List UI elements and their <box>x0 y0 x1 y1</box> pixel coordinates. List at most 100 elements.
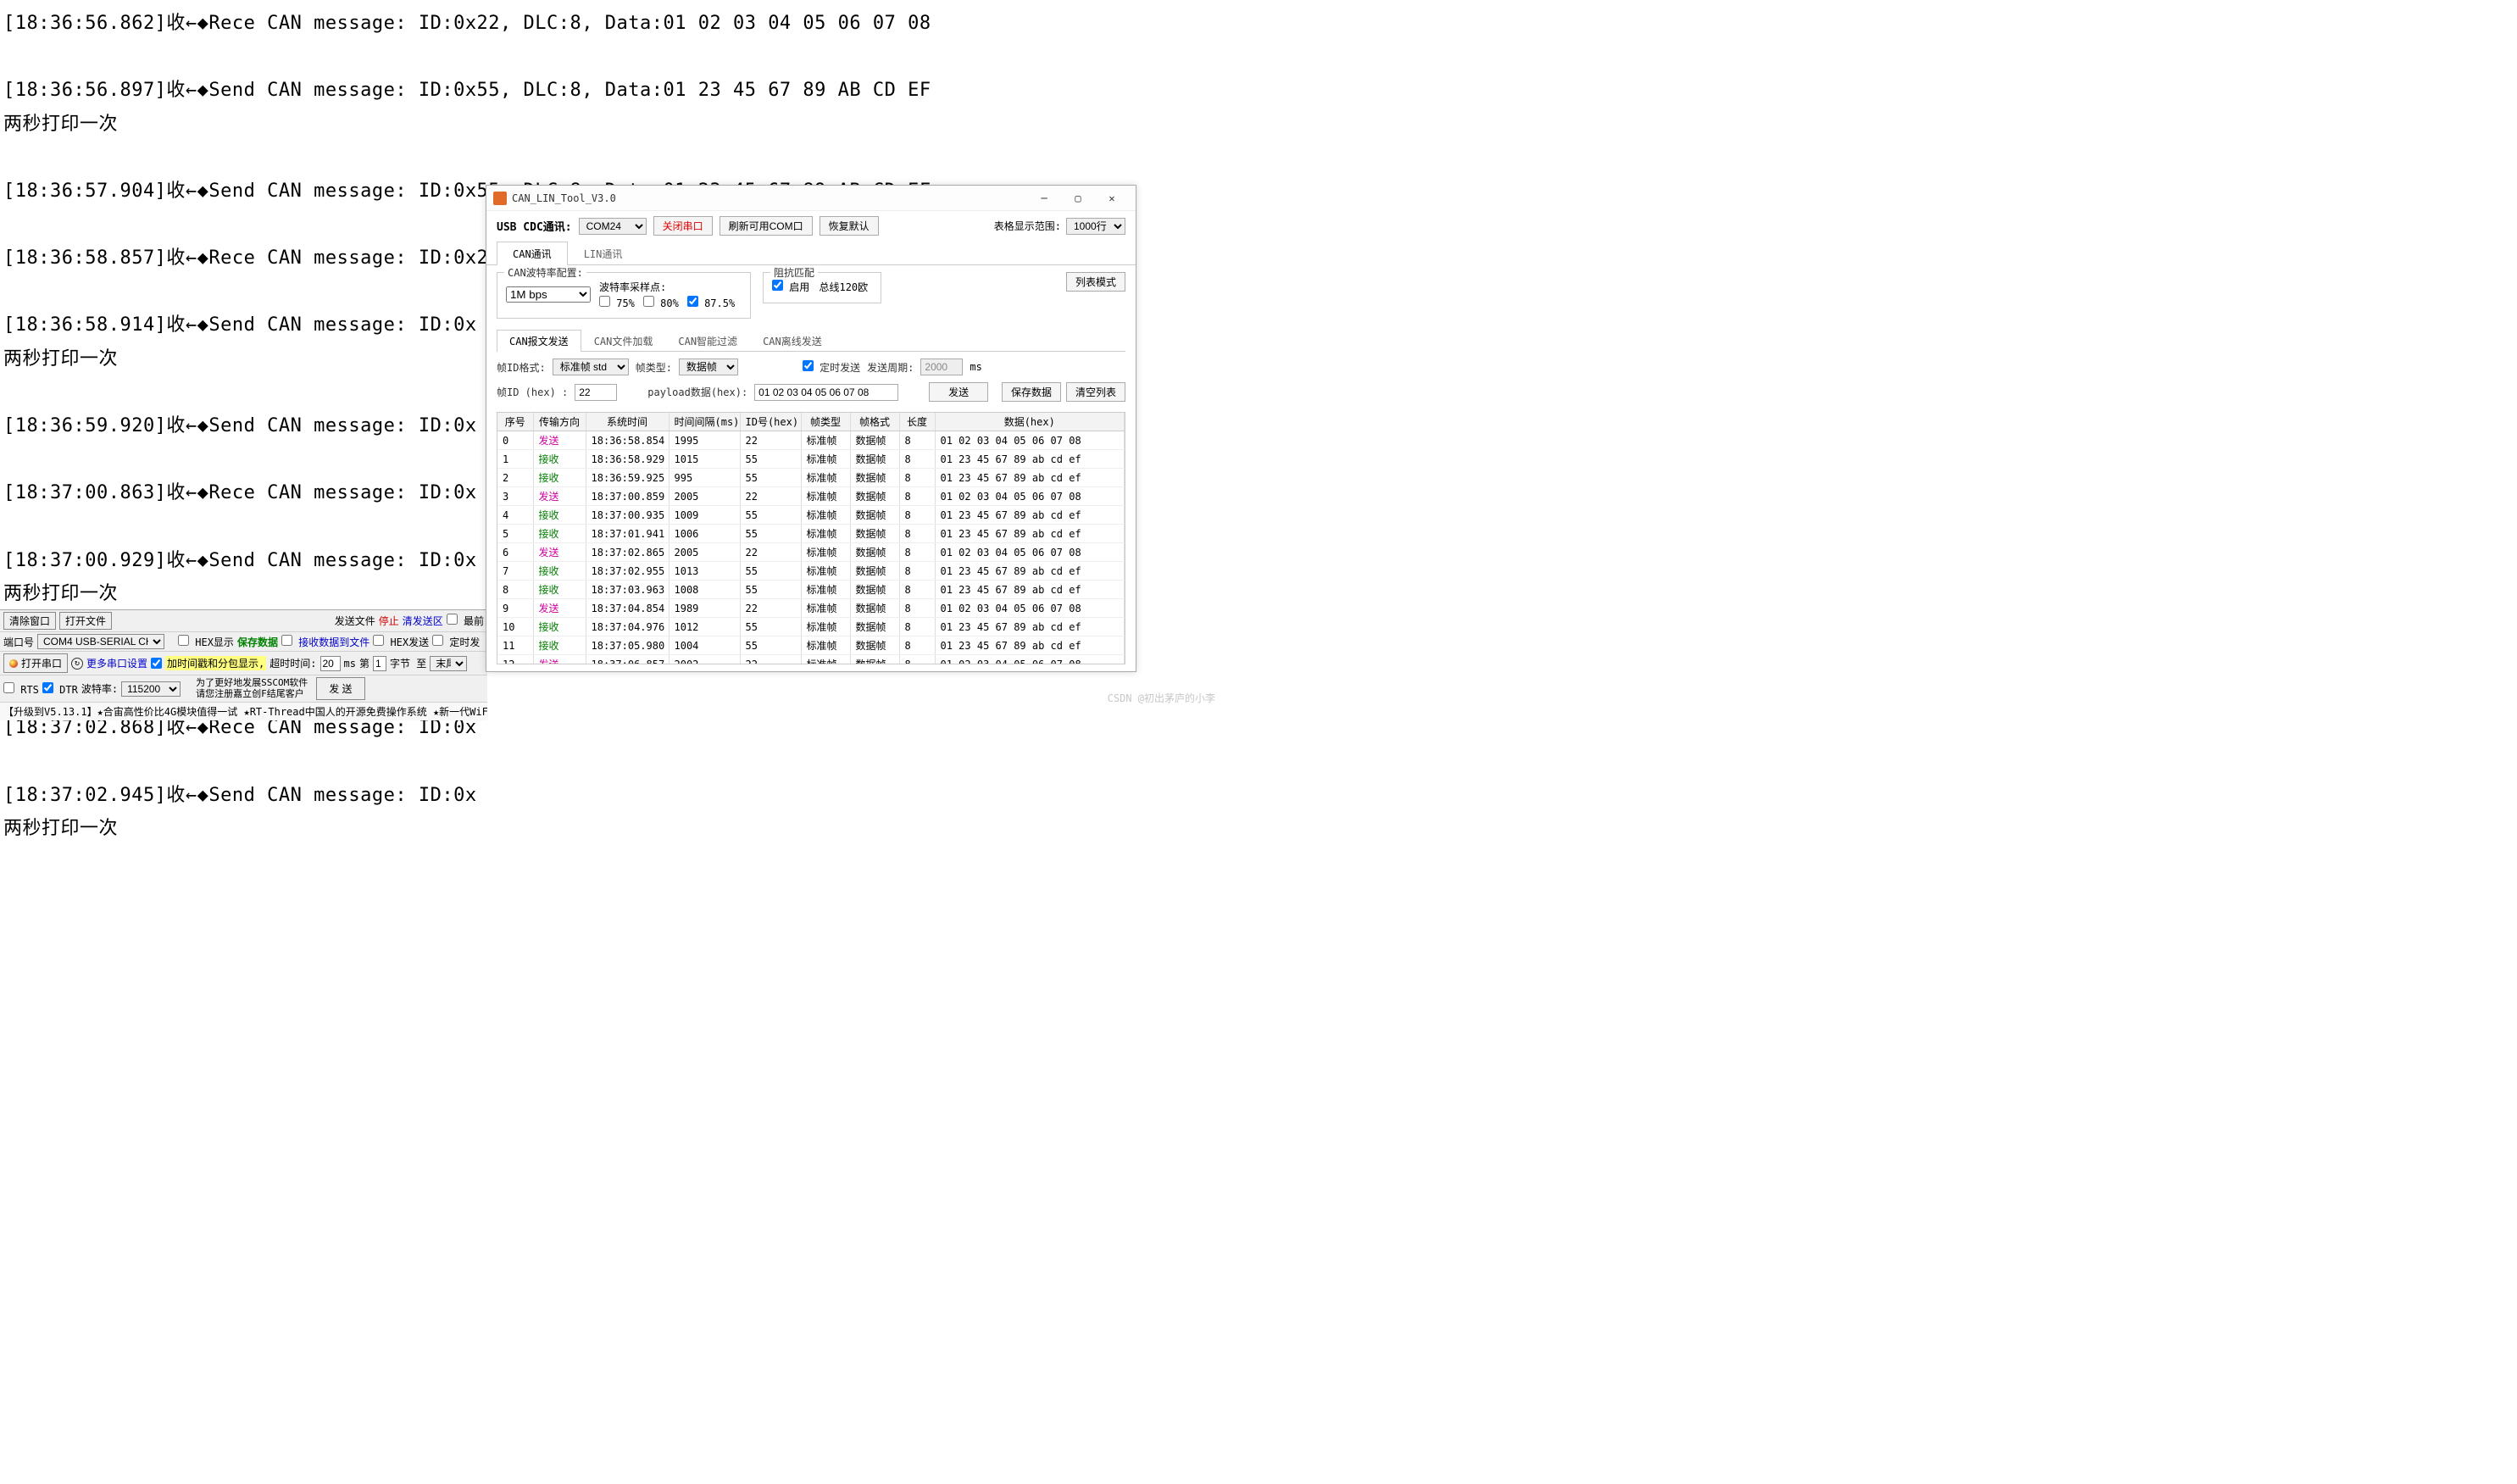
titlebar[interactable]: CAN_LIN_Tool_V3.0 ─ ▢ ✕ <box>486 186 1136 211</box>
console-line: 两秒打印一次 <box>3 108 1217 142</box>
hex-send-checkbox[interactable]: HEX发送 <box>373 635 429 649</box>
table-row[interactable]: 4接收18:37:00.935100955标准帧数据帧801 23 45 67 … <box>497 506 1125 525</box>
frame-id-input[interactable] <box>575 384 617 401</box>
table-row[interactable]: 0发送18:36:58.854199522标准帧数据帧801 02 03 04 … <box>497 431 1125 450</box>
send-button[interactable]: 发 送 <box>316 677 364 700</box>
baud-select[interactable]: 115200 <box>121 681 181 697</box>
column-header[interactable]: 数据(hex) <box>935 413 1125 431</box>
range-select[interactable]: 1000行 <box>1066 218 1125 235</box>
open-file-button[interactable]: 打开文件 <box>59 612 112 630</box>
column-header[interactable]: 帧类型 <box>801 413 850 431</box>
sample-80-checkbox[interactable]: 80% <box>643 296 679 309</box>
table-cell: 4 <box>497 506 533 525</box>
save-data-button[interactable]: 保存数据 <box>237 635 278 649</box>
rts-checkbox[interactable]: RTS <box>3 682 39 696</box>
frame-fmt-select[interactable]: 标准帧 std <box>553 358 629 375</box>
port-select[interactable]: COM4 USB-SERIAL CH340 <box>37 634 164 649</box>
clear-send-button[interactable]: 清发送区 <box>403 614 443 628</box>
table-cell: 数据帧 <box>850 506 899 525</box>
table-row[interactable]: 8接收18:37:03.963100855标准帧数据帧801 23 45 67 … <box>497 581 1125 599</box>
impedance-enable-checkbox[interactable]: 启用 <box>772 281 809 293</box>
frame-from-input[interactable] <box>373 656 386 671</box>
frame-type-select[interactable]: 数据帧 <box>679 358 738 375</box>
more-settings-link[interactable]: 更多串口设置 <box>86 656 147 670</box>
close-button[interactable]: ✕ <box>1095 186 1129 210</box>
table-cell: 5 <box>497 525 533 543</box>
table-cell: 1004 <box>669 636 740 655</box>
column-header[interactable]: 长度 <box>899 413 935 431</box>
highlight-annotation <box>0 853 720 937</box>
list-mode-button[interactable]: 列表模式 <box>1066 272 1125 292</box>
sample-75-checkbox[interactable]: 75% <box>599 296 635 309</box>
recv-to-file-checkbox[interactable]: 接收数据到文件 <box>281 635 369 649</box>
port-status-icon <box>9 659 18 668</box>
period-input[interactable] <box>920 358 963 375</box>
sample-875-checkbox[interactable]: 87.5% <box>687 296 735 309</box>
table-cell: 标准帧 <box>801 655 850 665</box>
table-cell: 数据帧 <box>850 469 899 487</box>
table-row[interactable]: 3发送18:37:00.859200522标准帧数据帧801 02 03 04 … <box>497 487 1125 506</box>
close-port-button[interactable]: 关闭串口 <box>653 216 713 236</box>
tab-lin[interactable]: LIN通讯 <box>568 242 639 265</box>
subtab-filter[interactable]: CAN智能过滤 <box>665 330 750 352</box>
refresh-com-button[interactable]: 刷新可用COM口 <box>720 216 813 236</box>
column-header[interactable]: 帧格式 <box>850 413 899 431</box>
table-cell: 22 <box>740 543 801 562</box>
table-cell: 11 <box>497 636 533 655</box>
table-cell: 标准帧 <box>801 525 850 543</box>
table-cell: 01 23 45 67 89 ab cd ef <box>935 618 1125 636</box>
clear-list-button[interactable]: 清空列表 <box>1066 382 1125 402</box>
table-cell: 55 <box>740 562 801 581</box>
hex-display-checkbox[interactable]: HEX显示 <box>178 635 234 649</box>
table-cell: 01 23 45 67 89 ab cd ef <box>935 581 1125 599</box>
save-data-button[interactable]: 保存数据 <box>1002 382 1061 402</box>
table-cell: 1 <box>497 450 533 469</box>
timed-send-checkbox[interactable]: 定时发 <box>432 635 480 649</box>
table-row[interactable]: 11接收18:37:05.980100455标准帧数据帧801 23 45 67… <box>497 636 1125 655</box>
table-cell: 8 <box>899 636 935 655</box>
column-header[interactable]: ID号(hex) <box>740 413 801 431</box>
table-row[interactable]: 9发送18:37:04.854198922标准帧数据帧801 02 03 04 … <box>497 599 1125 618</box>
subtab-offline[interactable]: CAN离线发送 <box>750 330 835 352</box>
column-header[interactable]: 序号 <box>497 413 533 431</box>
table-cell: 18:36:58.854 <box>586 431 669 450</box>
maximize-button[interactable]: ▢ <box>1061 186 1095 210</box>
subtab-file[interactable]: CAN文件加载 <box>581 330 666 352</box>
can-datagrid[interactable]: 序号传输方向系统时间时间间隔(ms)ID号(hex)帧类型帧格式长度数据(hex… <box>497 412 1125 664</box>
table-row[interactable]: 7接收18:37:02.955101355标准帧数据帧801 23 45 67 … <box>497 562 1125 581</box>
column-header[interactable]: 时间间隔(ms) <box>669 413 740 431</box>
table-row[interactable]: 12发送18:37:06.857200222标准帧数据帧801 02 03 04… <box>497 655 1125 665</box>
table-row[interactable]: 6发送18:37:02.865200522标准帧数据帧801 02 03 04 … <box>497 543 1125 562</box>
table-cell: 接收 <box>533 450 586 469</box>
table-cell: 18:36:58.929 <box>586 450 669 469</box>
table-cell: 8 <box>497 581 533 599</box>
refresh-icon[interactable]: ↻ <box>71 658 83 670</box>
minimize-button[interactable]: ─ <box>1027 186 1061 210</box>
restore-defaults-button[interactable]: 恢复默认 <box>820 216 879 236</box>
send-can-button[interactable]: 发送 <box>929 382 988 402</box>
frame-to-select[interactable]: 末尾 <box>430 656 467 671</box>
send-file-button[interactable]: 发送文件 <box>335 614 375 628</box>
clear-window-button[interactable]: 清除窗口 <box>3 612 56 630</box>
table-cell: 标准帧 <box>801 487 850 506</box>
open-port-button[interactable]: 打开串口 <box>3 653 68 673</box>
timestamp-checkbox[interactable] <box>151 658 162 669</box>
stop-button[interactable]: 停止 <box>379 614 399 628</box>
table-row[interactable]: 1接收18:36:58.929101555标准帧数据帧801 23 45 67 … <box>497 450 1125 469</box>
subtab-send[interactable]: CAN报文发送 <box>497 330 581 352</box>
table-row[interactable]: 5接收18:37:01.941100655标准帧数据帧801 23 45 67 … <box>497 525 1125 543</box>
dtr-checkbox[interactable]: DTR <box>42 682 78 696</box>
baudrate-select[interactable]: 1M bps <box>506 286 591 303</box>
timeout-input[interactable] <box>320 656 341 671</box>
column-header[interactable]: 传输方向 <box>533 413 586 431</box>
table-row[interactable]: 2接收18:36:59.92599555标准帧数据帧801 23 45 67 8… <box>497 469 1125 487</box>
com-select[interactable]: COM24 <box>579 218 647 235</box>
topmost-checkbox[interactable]: 最前 <box>447 614 484 628</box>
timed-send-checkbox[interactable]: 定时发送 <box>803 360 860 375</box>
table-row[interactable]: 10接收18:37:04.976101255标准帧数据帧801 23 45 67… <box>497 618 1125 636</box>
payload-input[interactable] <box>754 384 898 401</box>
console-line: [18:36:56.862]收←◆Rece CAN message: ID:0x… <box>3 7 1217 41</box>
table-cell: 18:37:03.963 <box>586 581 669 599</box>
tab-can[interactable]: CAN通讯 <box>497 242 568 265</box>
column-header[interactable]: 系统时间 <box>586 413 669 431</box>
